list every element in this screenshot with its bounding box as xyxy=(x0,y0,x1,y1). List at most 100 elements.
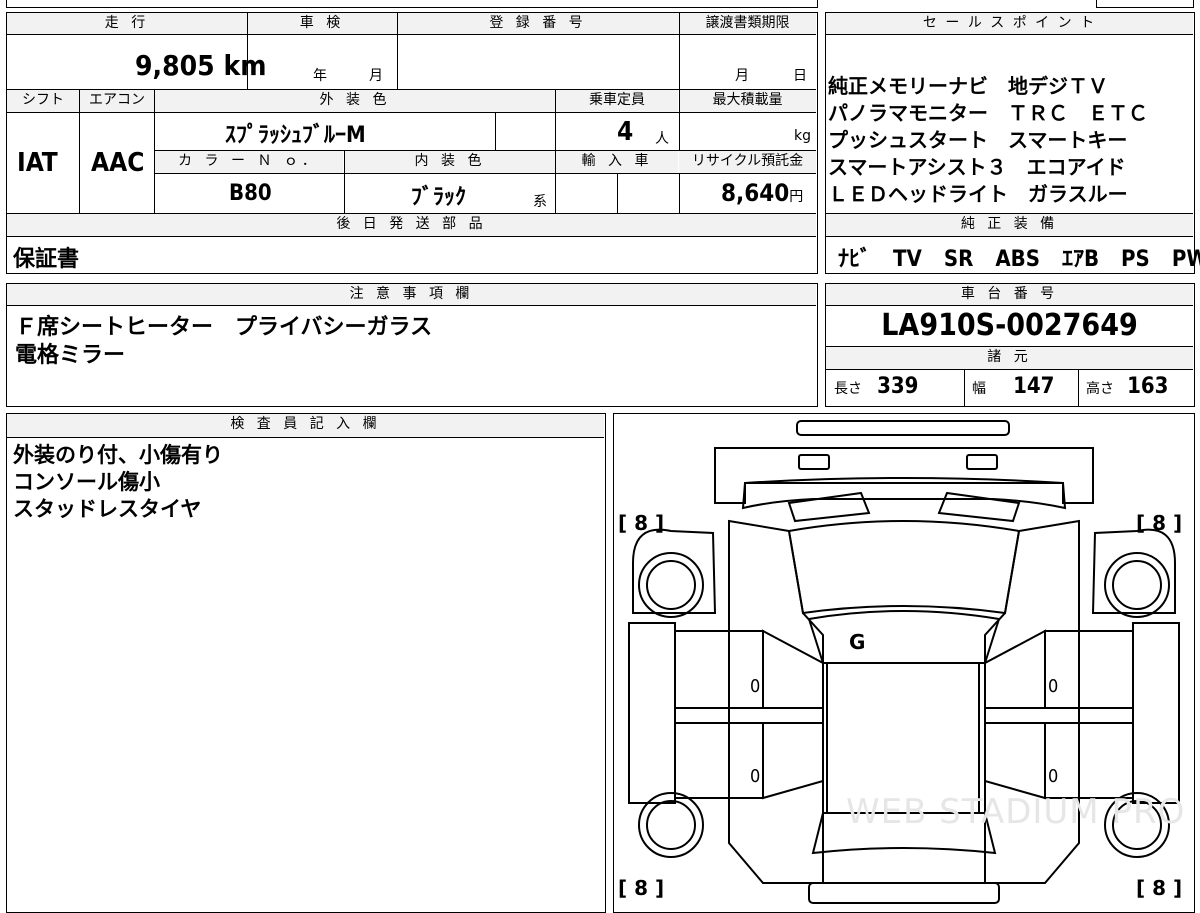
shift-value: IAT xyxy=(17,148,58,178)
transfer-deadline-label: 譲渡書類期限 xyxy=(679,13,816,35)
import-label: 輸 入 車 xyxy=(556,151,678,173)
left-door-front-window xyxy=(761,628,824,709)
left-side-sill xyxy=(627,621,676,804)
height-value: 163 xyxy=(1127,374,1169,399)
vehicle-info-table: 走 行 車 検 登 録 番 号 譲渡書類期限 9,805 km 年 月 月 日 … xyxy=(6,12,818,274)
registration-label: 登 録 番 号 xyxy=(397,13,679,35)
tire-rating-front-left: [ 8 ] xyxy=(618,511,665,535)
inspector-box: 検 査 員 記 入 欄 外装のり付、小傷有り コンソール傷小 スタッドレスタイヤ xyxy=(6,413,606,913)
fender-front-left xyxy=(631,528,716,614)
tire-rating-rear-left: [ 8 ] xyxy=(618,876,665,900)
mileage-label: 走 行 xyxy=(7,13,247,35)
interior-color-suffix: 系 xyxy=(533,194,547,210)
recycle-value: 8,640円 xyxy=(721,179,803,207)
length-label: 長さ xyxy=(834,381,862,397)
capacity-value: 4 xyxy=(617,117,634,147)
interior-color-label: 内 装 色 xyxy=(345,151,555,173)
exterior-color-label: 外 装 色 xyxy=(155,90,555,112)
inspector-line: 外装のり付、小傷有り xyxy=(13,443,223,467)
fender-front-right xyxy=(1091,528,1176,614)
car-diagram-box: [ 8 ] [ 8 ] [ 8 ] [ 8 ] G 0 0 0 0 WEB ST… xyxy=(613,413,1195,913)
door-mark-rear-left: 0 xyxy=(750,766,761,787)
mileage-unit: km xyxy=(223,49,267,82)
front-light-left xyxy=(797,453,830,470)
mileage-value: 9,805 km xyxy=(135,49,266,82)
equipment-label: 純 正 装 備 xyxy=(826,214,1193,236)
hood-outline xyxy=(713,446,1094,504)
inspector-label: 検 査 員 記 入 欄 xyxy=(7,414,604,438)
notes-list: Ｆ席シートヒーター プライバシーガラス 電格ミラー xyxy=(15,314,432,370)
width-label: 幅 xyxy=(972,381,986,397)
capacity-label: 乗車定員 xyxy=(556,90,678,112)
max-load-unit: kg xyxy=(794,128,811,144)
aircon-value: AAC xyxy=(91,148,145,178)
left-door-rear-window xyxy=(761,721,824,799)
mileage-number: 9,805 xyxy=(135,49,215,82)
capacity-unit: 人 xyxy=(655,131,669,147)
recycle-unit: 円 xyxy=(789,189,804,205)
note-line: Ｆ席シートヒーター プライバシーガラス xyxy=(15,315,433,340)
recycle-label: リサイクル預託金 xyxy=(679,151,816,173)
spec-height: 高さ 163 xyxy=(1086,374,1168,399)
transfer-month-unit: 月 xyxy=(735,68,749,84)
sales-point-line: プッシュスタート スマートキー xyxy=(828,128,1128,152)
height-label: 高さ xyxy=(1086,381,1114,397)
windshield xyxy=(787,519,1020,614)
inspector-line: コンソール傷小 xyxy=(13,470,160,494)
inspector-list: 外装のり付、小傷有り コンソール傷小 スタッドレスタイヤ xyxy=(13,442,223,523)
right-side-sill xyxy=(1131,621,1180,804)
sales-points-list: 純正メモリーナビ 地デジＴＶ パノラマモニター ＴＲＣ ＥＴＣ プッシュスタート… xyxy=(828,73,1192,208)
top-strip-right xyxy=(1096,0,1194,8)
sales-point-line: ＬＥＤヘッドライト ガラスルー xyxy=(828,182,1128,206)
right-door-rear-window xyxy=(983,721,1046,799)
specs-label: 諸 元 xyxy=(826,347,1193,369)
car-diagram xyxy=(627,419,1180,904)
headlight-left xyxy=(787,491,870,522)
door-mark-rear-right: 0 xyxy=(1048,766,1059,787)
glass-damage-mark: G xyxy=(849,630,866,654)
max-load-label: 最大積載量 xyxy=(679,90,816,112)
spec-width: 幅 147 xyxy=(972,374,1054,399)
later-parts-value: 保証書 xyxy=(13,247,80,272)
front-bumper xyxy=(795,419,1010,436)
aircon-label: エアコン xyxy=(80,90,154,112)
equipment-value: ﾅﾋﾞ TV SR ABS ｴｱB PS PW xyxy=(838,247,1200,272)
chassis-value: LA910S-0027649 xyxy=(881,308,1138,343)
right-door-front-window xyxy=(983,628,1046,709)
color-no-label: カ ラ ー Ｎ ｏ． xyxy=(155,151,343,173)
wheel-front-left xyxy=(637,551,704,618)
door-mark-front-right: 0 xyxy=(1048,676,1059,697)
exterior-color-value: ｽﾌﾟﾗｯｼｭﾌﾞﾙｰM xyxy=(225,123,366,148)
sales-point-line: スマートアシスト３ エコアイド xyxy=(828,155,1126,179)
length-value: 339 xyxy=(877,374,919,399)
recycle-amount: 8,640 xyxy=(721,179,790,207)
roof xyxy=(807,609,1000,664)
inspection-month-unit: 月 xyxy=(369,68,383,84)
transfer-day-unit: 日 xyxy=(793,68,807,84)
door-mark-front-left: 0 xyxy=(750,676,761,697)
spec-length: 長さ 339 xyxy=(834,374,918,399)
headlight-right xyxy=(937,491,1020,522)
inspector-line: スタッドレスタイヤ xyxy=(13,497,202,521)
note-line: 電格ミラー xyxy=(15,343,126,368)
roof-panel xyxy=(825,661,980,814)
watermark: WEB STADIUM PRO xyxy=(846,792,1186,832)
shift-label: シフト xyxy=(7,90,79,112)
front-light-right xyxy=(965,453,998,470)
inspection-label: 車 検 xyxy=(247,13,397,35)
chassis-label: 車 台 番 号 xyxy=(826,284,1193,306)
sales-points-label: セ ー ル ス ポ イ ン ト xyxy=(826,13,1193,35)
interior-color-value: ﾌﾞﾗｯｸ xyxy=(411,185,467,210)
sales-point-line: パノラマモニター ＴＲＣ ＥＴＣ xyxy=(828,101,1148,125)
sales-points-box: セ ー ル ス ポ イ ン ト 純正メモリーナビ 地デジＴＶ パノラマモニター … xyxy=(825,12,1200,274)
notes-box: 注 意 事 項 欄 Ｆ席シートヒーター プライバシーガラス 電格ミラー xyxy=(6,283,818,407)
notes-label: 注 意 事 項 欄 xyxy=(7,284,816,306)
top-strip xyxy=(6,0,818,8)
inspection-year-unit: 年 xyxy=(313,68,327,84)
body-left-side xyxy=(727,519,824,884)
color-no-value: B80 xyxy=(229,181,272,206)
tire-rating-rear-right: [ 8 ] xyxy=(1136,876,1183,900)
tire-rating-front-right: [ 8 ] xyxy=(1136,511,1183,535)
chassis-box: 車 台 番 号 LA910S-0027649 諸 元 長さ 339 幅 147 … xyxy=(825,283,1195,407)
width-value: 147 xyxy=(1013,374,1055,399)
